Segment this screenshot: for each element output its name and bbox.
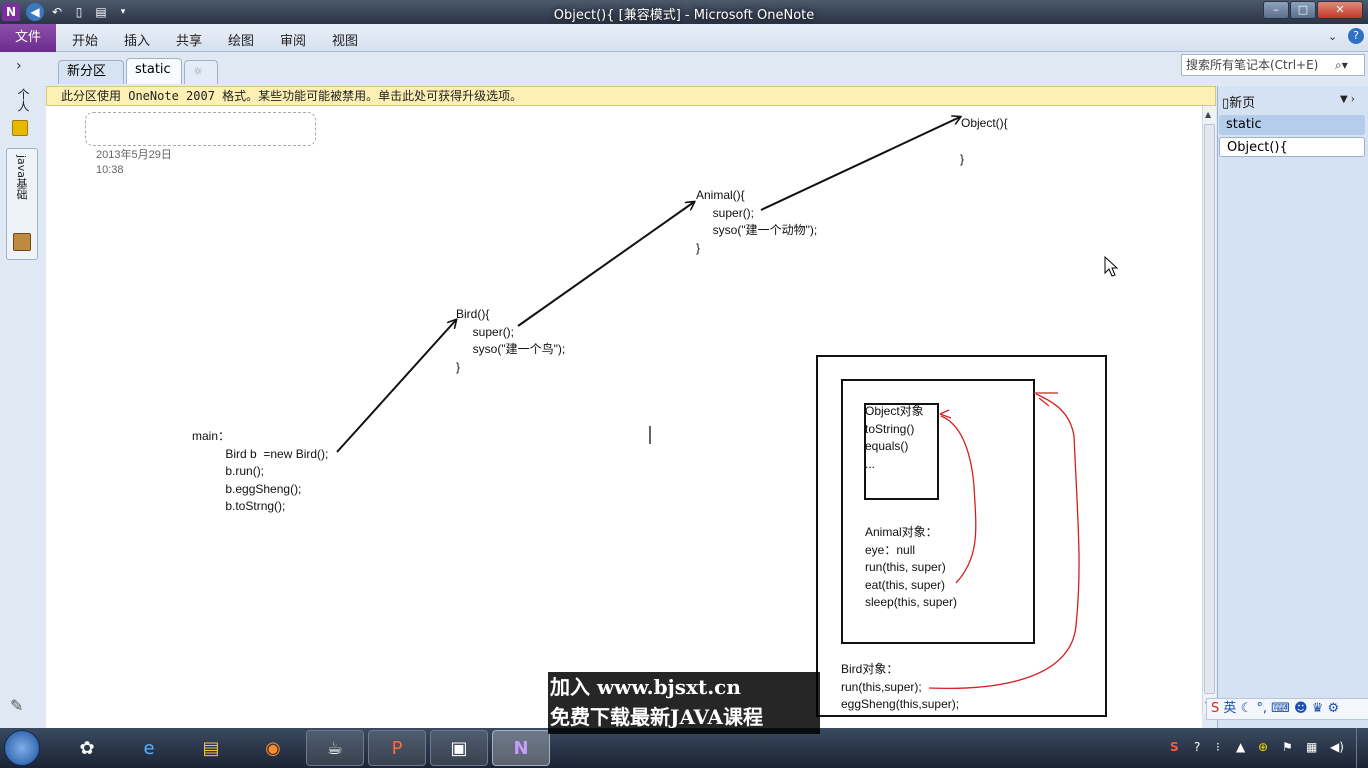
scroll-thumb[interactable] [1204, 124, 1215, 694]
memory-object-block[interactable]: Object对象 toString() equals() ... [865, 403, 924, 473]
tray-action-center-icon[interactable]: ⚑ [1282, 740, 1293, 754]
tab-view[interactable]: 视图 [332, 30, 358, 49]
notebook-personal[interactable]: 个人 [10, 88, 32, 112]
page-canvas[interactable]: 2013年5月29日 10:38 main： Bird b =new Bird(… [46, 106, 1202, 728]
new-page-label: 新页 [1229, 96, 1256, 111]
watermark-overlay: 加入 www.bjsxt.cn 免费下载最新JAVA课程 [548, 672, 820, 734]
compatibility-infobar[interactable]: 此分区使用 OneNote 2007 格式。某些功能可能被禁用。单击此处可获得升… [46, 86, 1216, 106]
tray-show-hidden-icon[interactable]: ▲ [1236, 740, 1245, 754]
notebook-book-icon [13, 233, 31, 251]
expand-ribbon-icon[interactable]: ⌄ [1328, 30, 1337, 43]
notebook-java-tab[interactable]: java基础 [6, 148, 38, 260]
new-section-tab[interactable]: ☼ [184, 60, 218, 84]
ribbon: 文件 开始 插入 共享 绘图 审阅 视图 ⌄ ? [0, 24, 1368, 52]
keyboard-icon[interactable]: ⌨ [1271, 701, 1290, 716]
notebook-java-label: java基础 [15, 155, 28, 201]
tray-plus-icon[interactable]: ⊕ [1258, 740, 1268, 754]
memory-bird-block[interactable]: Bird对象： run(this,super); eggSheng(this,s… [841, 661, 959, 714]
window-title: Object(){ [兼容模式] - Microsoft OneNote [553, 8, 815, 23]
taskbar-explorer-icon[interactable]: ▤ [182, 730, 240, 766]
unfiled-notes-icon[interactable]: ✎ [10, 696, 23, 715]
tray-sogou-icon[interactable]: S [1170, 740, 1179, 754]
taskbar-app-media-icon[interactable]: ✿ [58, 730, 116, 766]
notebook-icon [12, 120, 28, 136]
minimize-button[interactable]: – [1263, 1, 1289, 19]
page-list-panel: ▯新页 ▼ › static Object(){ S 英 ☾ °, ⌨ ☻ ♛ … [1206, 86, 1368, 728]
mouse-pointer-icon [1104, 256, 1119, 277]
skin-icon[interactable]: ♛ [1312, 701, 1324, 716]
expand-nav-icon[interactable]: › [16, 58, 22, 74]
tab-share[interactable]: 共享 [176, 30, 202, 49]
search-icon[interactable]: ⌕▾ [1335, 58, 1348, 73]
taskbar-onenote-icon[interactable]: N [492, 730, 550, 766]
wrench-icon[interactable]: ⚙ [1328, 701, 1340, 716]
vertical-scrollbar[interactable]: ▲ ▼ [1202, 106, 1216, 714]
punctuation-icon[interactable]: °, [1256, 701, 1267, 716]
watermark-line1: 加入 www.bjsxt.cn [550, 675, 741, 699]
close-button[interactable]: ✕ [1317, 1, 1363, 19]
notebook-nav: › 个人 java基础 ✎ [0, 52, 44, 728]
taskbar-javaee-icon[interactable]: ☕ [306, 730, 364, 766]
section-tab-static[interactable]: static [126, 58, 182, 84]
tab-insert[interactable]: 插入 [124, 30, 150, 49]
ink-drawing-layer [336, 106, 1107, 717]
page-menu-chevron-icon[interactable]: ▼ › [1340, 94, 1355, 105]
ime-mode[interactable]: 英 [1223, 701, 1236, 716]
page-item-object[interactable]: Object(){ [1219, 137, 1365, 157]
taskbar-video-recorder-icon[interactable]: ▣ [430, 730, 488, 766]
tray-network-icon[interactable]: ▦ [1306, 740, 1317, 754]
tray-ime-icon[interactable]: ⁝ [1216, 740, 1220, 754]
tab-home[interactable]: 开始 [72, 30, 98, 49]
show-desktop-button[interactable] [1356, 728, 1368, 768]
taskbar-firefox-icon[interactable]: ◉ [244, 730, 302, 766]
tray-help-icon[interactable]: ? [1194, 740, 1200, 754]
help-icon[interactable]: ? [1348, 28, 1364, 44]
moon-icon[interactable]: ☾ [1241, 701, 1253, 716]
section-tab-new-1[interactable]: 新分区 1 [58, 60, 124, 101]
taskbar: ✿ e ▤ ◉ ☕ P ▣ N S ? ⁝ ▲ ⊕ ⚑ ▦ ◀) [0, 728, 1368, 768]
memory-animal-block[interactable]: Animal对象： eye：null run(this, super) eat(… [865, 524, 957, 612]
new-page-button[interactable]: ▯新页 [1222, 92, 1255, 111]
section-tab-row: 新分区 1 static ☼ 搜索所有笔记本(Ctrl+E) ⌕▾ [0, 52, 1368, 101]
taskbar-powerpoint-icon[interactable]: P [368, 730, 426, 766]
arrow-main-to-bird [336, 320, 456, 453]
scroll-up-icon[interactable]: ▲ [1205, 110, 1211, 119]
taskbar-ie-icon[interactable]: e [120, 730, 178, 766]
start-button[interactable] [4, 730, 40, 766]
arrow-bird-to-animal [517, 202, 694, 327]
tab-review[interactable]: 审阅 [280, 30, 306, 49]
tray-volume-icon[interactable]: ◀) [1330, 740, 1344, 754]
sogou-icon: S [1211, 701, 1220, 716]
maximize-button[interactable]: □ [1290, 1, 1316, 19]
ime-toolbar[interactable]: S 英 ☾ °, ⌨ ☻ ♛ ⚙ [1206, 698, 1368, 720]
page-item-static[interactable]: static [1219, 115, 1365, 135]
tab-draw[interactable]: 绘图 [228, 30, 254, 49]
file-tab[interactable]: 文件 [0, 24, 56, 52]
user-icon[interactable]: ☻ [1294, 701, 1308, 716]
title-bar: N ◀ ↶ ▯ ▤ ▾ Object(){ [兼容模式] - Microsoft… [0, 0, 1368, 24]
watermark-line2: 免费下载最新JAVA课程 [550, 705, 764, 729]
arrow-animal-to-object [760, 117, 960, 211]
